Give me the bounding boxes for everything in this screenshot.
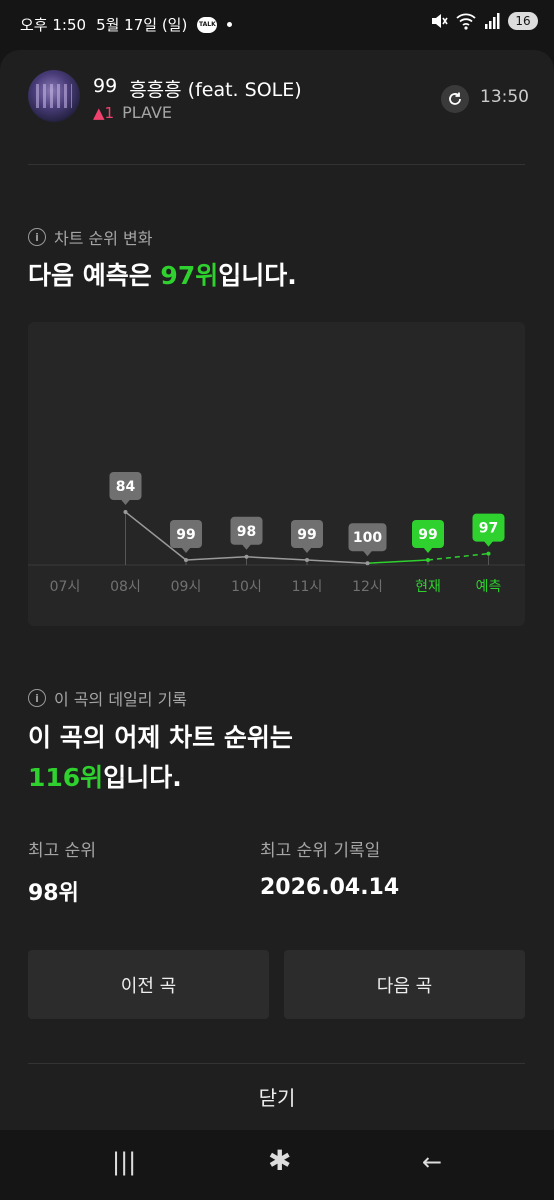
chart-value-bubble-tail <box>302 547 312 553</box>
home-icon[interactable]: ✱ <box>268 1144 291 1177</box>
battery-icon: 16 <box>508 12 538 30</box>
info-icon[interactable]: i <box>28 228 46 246</box>
yesterday-headline: 이 곡의 어제 차트 순위는 116위입니다. <box>28 718 293 798</box>
chart-line-segment <box>427 552 489 561</box>
chart-x-tick: 현재 <box>415 579 441 595</box>
chart-line-segment <box>367 559 429 564</box>
divider <box>28 1063 525 1064</box>
chart-x-tick: 예측 <box>476 579 502 595</box>
chart-value-bubble-tail <box>181 547 191 553</box>
yesterday-headline-post: 입니다. <box>103 763 182 792</box>
signal-icon <box>485 13 500 29</box>
back-icon[interactable]: ← <box>422 1148 442 1176</box>
close-button[interactable]: 닫기 <box>0 1082 554 1111</box>
chart-value-label: 98 <box>237 524 256 540</box>
info-icon[interactable]: i <box>28 689 46 707</box>
refresh-button[interactable] <box>441 85 469 113</box>
chart-x-tick: 08시 <box>110 579 141 595</box>
chart-point <box>184 558 188 562</box>
chart-value-label: 99 <box>297 527 316 543</box>
chart-x-tick: 09시 <box>171 579 202 595</box>
rank-chart: 07시 84 08시 99 09시 98 10시 99 11시 100 12시 99 현재 97 예측 <box>28 322 525 626</box>
chart-change-caption-text: 차트 순위 변화 <box>54 229 153 248</box>
chart-change-caption: i 차트 순위 변화 <box>28 225 153 249</box>
song-title: 흥흥흥 (feat. SOLE) <box>129 79 302 101</box>
chart-point <box>365 561 370 566</box>
chart-value-label: 99 <box>176 527 195 543</box>
rank-chart-svg: 07시 84 08시 99 09시 98 10시 99 11시 100 12시 99 현재 97 예측 <box>28 472 525 595</box>
navigation-bar: ||| ✱ ← <box>0 1130 554 1200</box>
chart-point <box>426 558 430 562</box>
prediction-headline: 다음 예측은 97위입니다. <box>28 256 297 296</box>
chart-point <box>123 510 128 514</box>
chart-value-bubble-tail <box>241 543 252 550</box>
prev-song-button[interactable]: 이전 곡 <box>28 950 269 1019</box>
status-date: 5월 17일 (일) <box>96 16 188 34</box>
status-time: 오후 1:50 <box>20 16 87 34</box>
status-bar: 오후 1:50 5월 17일 (일) TALK 16 <box>0 0 554 50</box>
chart-line-segment <box>306 559 368 564</box>
chart-value-bubble-tail <box>362 550 373 557</box>
chart-x-tick: 11시 <box>292 579 323 595</box>
chart-x-tick: 10시 <box>231 579 262 595</box>
prediction-rank: 97위 <box>160 261 219 290</box>
best-date-label: 최고 순위 기록일 <box>260 841 381 861</box>
song-rank: 99 <box>93 75 118 97</box>
chart-line-segment <box>185 556 247 561</box>
refresh-icon <box>449 92 461 105</box>
daily-record-caption-text: 이 곡의 데일리 기록 <box>54 690 188 709</box>
chart-value-label: 99 <box>418 527 437 543</box>
album-art <box>28 70 80 122</box>
notification-dot-icon <box>227 22 233 27</box>
chart-value-label: 100 <box>353 530 382 546</box>
best-rank-value: 98위 <box>28 881 79 906</box>
chart-value-label: 97 <box>479 521 498 537</box>
chart-value-bubble-tail <box>120 499 131 505</box>
chart-value-bubble-tail <box>483 540 494 547</box>
divider <box>28 164 525 165</box>
chart-x-tick: 07시 <box>50 579 81 595</box>
chart-point <box>305 558 309 562</box>
song-title-row: 99 흥흥흥 (feat. SOLE) <box>93 75 302 102</box>
next-song-button[interactable]: 다음 곡 <box>284 950 525 1019</box>
yesterday-headline-line1: 이 곡의 어제 차트 순위는 <box>28 723 293 752</box>
artist-name: PLAVE <box>122 103 172 122</box>
chart-line-segment <box>246 556 308 561</box>
mute-icon <box>432 14 448 28</box>
best-date-value: 2026.04.14 <box>260 875 400 900</box>
wifi-icon <box>456 13 476 30</box>
best-rank-label: 최고 순위 <box>28 841 96 861</box>
chart-value-label: 84 <box>116 479 136 495</box>
chart-point <box>244 554 249 559</box>
prediction-headline-post: 입니다. <box>218 261 297 290</box>
update-time: 13:50 <box>480 87 529 107</box>
yesterday-rank: 116위 <box>28 763 104 792</box>
daily-record-caption: i 이 곡의 데일리 기록 <box>28 686 187 710</box>
kakaotalk-icon: TALK <box>197 16 218 33</box>
chart-point <box>486 551 491 556</box>
prediction-headline-pre: 다음 예측은 <box>28 261 161 290</box>
chart-detail-sheet: 99 흥흥흥 (feat. SOLE) ▲1 PLAVE 13:50 i 차트 … <box>0 50 554 1130</box>
artist-row: ▲1 PLAVE <box>93 103 172 122</box>
recent-apps-icon[interactable]: ||| <box>112 1148 136 1176</box>
chart-x-tick: 12시 <box>352 579 383 595</box>
rank-change: ▲1 <box>93 103 115 122</box>
chart-value-bubble-tail <box>423 547 433 553</box>
